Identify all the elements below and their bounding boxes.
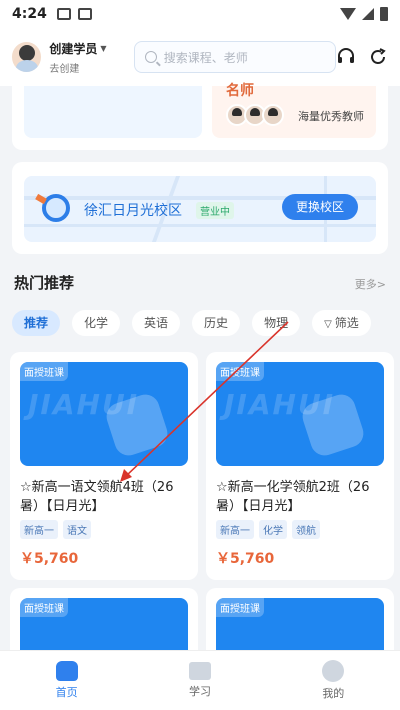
me-icon — [322, 660, 345, 682]
change-campus-button[interactable]: 更换校区 — [282, 194, 358, 220]
teachers-caption: 海量优秀教师 — [298, 110, 364, 123]
nav-study[interactable]: 学习 — [133, 651, 266, 710]
user-switcher[interactable]: 创建学员 ▼ 去创建 — [49, 40, 127, 75]
book-icon — [188, 662, 211, 680]
app-header: 创建学员 ▼ 去创建 搜索课程、老师 — [0, 28, 400, 86]
filter-button[interactable]: ▽ 筛选 — [312, 310, 371, 336]
campus-card: 徐汇日月光校区 营业中 更换校区 — [12, 162, 388, 254]
course-price: ￥5,760 — [20, 551, 79, 567]
course-tag: 化学 — [259, 520, 287, 539]
promo-banner-left[interactable] — [24, 86, 202, 138]
teacher-avatars — [226, 104, 284, 126]
tab-chemistry[interactable]: 化学 — [72, 310, 121, 336]
course-card[interactable]: 面授班课 JIAHUI ☆新高一化学领航2班（26暑）【日月光】 新高一 化学 … — [206, 352, 394, 580]
nav-label: 首页 — [55, 686, 78, 699]
battery-icon — [380, 7, 388, 21]
search-placeholder: 搜索课程、老师 — [163, 50, 248, 65]
campus-logo-icon — [42, 194, 70, 222]
user-sub: 去创建 — [49, 63, 80, 75]
course-thumbnail: 面授班课 JIAHUI — [216, 362, 384, 466]
filter-label: 筛选 — [334, 316, 359, 330]
course-type-badge: 面授班课 — [20, 362, 68, 381]
campus-map: 徐汇日月光校区 营业中 更换校区 — [24, 176, 376, 242]
status-bar: 4:24 — [0, 0, 400, 28]
tab-physics[interactable]: 物理 — [252, 310, 301, 336]
status-time: 4:24 — [12, 6, 47, 22]
avatar[interactable] — [12, 42, 42, 72]
course-thumbnail: 面授班课 JIAHUI — [20, 362, 188, 466]
course-type-badge: 面授班课 — [20, 598, 68, 617]
course-tag: 新高一 — [216, 520, 254, 539]
teacher-avatar — [262, 104, 284, 126]
course-type-badge: 面授班课 — [216, 598, 264, 617]
tab-history[interactable]: 历史 — [192, 310, 241, 336]
caret-down-icon: ▼ — [100, 43, 107, 53]
course-title: ☆新高一语文领航4班（26暑）【日月光】 — [20, 480, 174, 514]
nav-label: 学习 — [188, 685, 211, 698]
headset-icon[interactable] — [336, 47, 356, 67]
section-title: 热门推荐 — [14, 274, 75, 292]
signal-icon — [362, 8, 374, 20]
wifi-icon — [340, 8, 356, 20]
refresh-icon[interactable] — [368, 47, 388, 67]
course-tag: 领航 — [292, 520, 320, 539]
tab-recommend[interactable]: 推荐 — [12, 310, 61, 336]
subject-tabs: 推荐 化学 英语 历史 物理 ▽ 筛选 — [12, 310, 400, 338]
promo-banner-teachers[interactable]: 名师 海量优秀教师 — [212, 83, 376, 138]
tab-english[interactable]: 英语 — [132, 310, 181, 336]
campus-name: 徐汇日月光校区 — [84, 203, 182, 219]
user-name: 创建学员 — [49, 41, 98, 56]
more-link[interactable]: 更多> — [355, 276, 386, 292]
bottom-nav: 首页 学习 我的 — [0, 650, 400, 710]
course-card[interactable]: 面授班课 JIAHUI ☆新高一语文领航4班（26暑）【日月光】 新高一 语文 … — [10, 352, 198, 580]
search-input[interactable]: 搜索课程、老师 — [133, 41, 337, 73]
course-price: ￥5,760 — [216, 551, 275, 567]
course-tag: 语文 — [63, 520, 91, 539]
course-tag: 新高一 — [20, 520, 58, 539]
filter-icon: ▽ — [324, 319, 332, 330]
campus-status-badge: 营业中 — [196, 202, 234, 219]
promo-title: 名师 — [226, 83, 254, 99]
course-type-badge: 面授班课 — [216, 362, 264, 381]
home-icon — [55, 661, 78, 681]
a-icon — [77, 8, 92, 20]
nav-me[interactable]: 我的 — [267, 651, 400, 710]
search-icon — [144, 51, 157, 63]
nav-home[interactable]: 首页 — [0, 651, 133, 710]
image-icon — [56, 8, 71, 20]
promo-card: 名师 海量优秀教师 — [12, 83, 388, 150]
nav-label: 我的 — [322, 687, 345, 700]
course-title: ☆新高一化学领航2班（26暑）【日月光】 — [216, 480, 370, 514]
